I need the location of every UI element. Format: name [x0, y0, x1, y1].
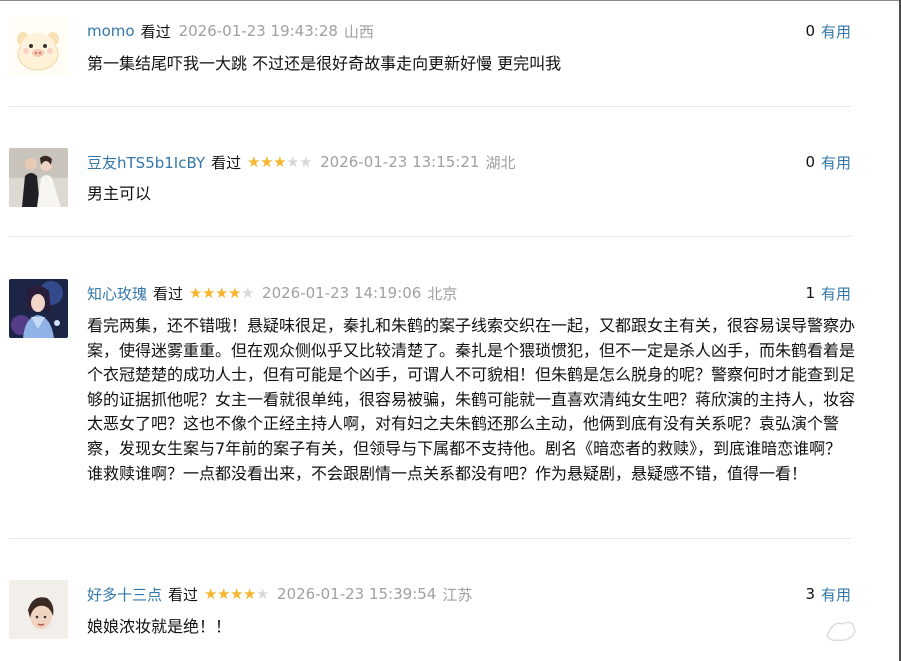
useful-button[interactable]: 有用 [821, 584, 851, 605]
star-icon: ★ [230, 584, 244, 603]
comment-divider [9, 106, 851, 107]
star-icon: ★ [256, 584, 270, 603]
useful-vote[interactable]: 0 有用 [805, 150, 851, 174]
star-icon: ★ [204, 584, 218, 603]
portrait-avatar[interactable] [9, 580, 68, 639]
username-link[interactable]: 好多十三点 [87, 584, 162, 605]
useful-vote[interactable]: 3 有用 [805, 582, 851, 606]
useful-vote[interactable]: 1 有用 [805, 281, 851, 305]
comment-location: 湖北 [485, 153, 516, 172]
rating-stars: ★ ★ ★ ★ ★ [204, 584, 270, 603]
star-icon: ★ [215, 283, 229, 302]
star-icon: ★ [273, 152, 287, 171]
star-icon: ★ [299, 152, 313, 171]
comment-text: 娘娘浓妆就是绝！！ [87, 617, 232, 636]
useful-count: 0 [805, 22, 815, 40]
star-icon: ★ [260, 152, 274, 171]
comment-time: 2026-01-23 14:19:06 [262, 284, 422, 302]
comment-divider [9, 236, 851, 237]
comment-meta: 豆友hTS5b1IcBY 看过 ★ ★ ★ ★ ★ 2026-01-23 13:15:2… [87, 150, 515, 174]
cartoon-pig-avatar[interactable] [9, 17, 68, 76]
comment-meta: 知心玫瑰 看过 ★ ★ ★ ★ ★ 2026-01-23 14:19:06 北京 [87, 281, 457, 305]
useful-count: 1 [805, 284, 815, 302]
comment-time: 2026-01-23 19:43:28 [178, 22, 338, 40]
star-icon: ★ [202, 283, 216, 302]
top-border [0, 0, 901, 1]
star-icon: ★ [189, 283, 203, 302]
username-link[interactable]: 知心玫瑰 [87, 283, 147, 304]
rating-stars: ★ ★ ★ ★ ★ [189, 283, 255, 302]
comment-time: 2026-01-23 13:15:21 [320, 153, 480, 171]
watch-status: 看过 [211, 153, 242, 172]
comment-location: 北京 [427, 284, 458, 303]
useful-button[interactable]: 有用 [821, 283, 851, 304]
star-icon: ★ [243, 584, 257, 603]
username-link[interactable]: momo [87, 22, 135, 40]
useful-vote[interactable]: 0 有用 [805, 19, 851, 43]
username-link[interactable]: 豆友hTS5b1IcBY [87, 152, 205, 173]
watermark-icon [821, 614, 861, 646]
useful-count: 3 [805, 585, 815, 603]
fantasy-character-avatar[interactable] [9, 279, 68, 338]
watch-status: 看过 [140, 22, 171, 41]
watch-status: 看过 [153, 284, 184, 303]
comment-meta: 好多十三点 看过 ★ ★ ★ ★ ★ 2026-01-23 15:39:54 江苏 [87, 582, 472, 606]
wedding-photo-avatar[interactable] [9, 148, 68, 207]
star-icon: ★ [228, 283, 242, 302]
comment-text: 男主可以 [87, 184, 152, 203]
star-icon: ★ [286, 152, 300, 171]
comment-location: 江苏 [442, 585, 473, 604]
useful-count: 0 [805, 153, 815, 171]
comment-time: 2026-01-23 15:39:54 [277, 585, 437, 603]
useful-button[interactable]: 有用 [821, 152, 851, 173]
comment-text: 看完两集，还不错哦！悬疑味很足，秦扎和朱鹤的案子线索交织在一起，又都跟女主有关，… [87, 316, 856, 483]
comment-text: 第一集结尾吓我一大跳 不过还是很好奇故事走向更新好慢 更完叫我 [87, 54, 562, 73]
star-icon: ★ [241, 283, 255, 302]
star-icon: ★ [247, 152, 261, 171]
comment-meta: momo 看过 2026-01-23 19:43:28 山西 [87, 19, 374, 43]
comment-divider [9, 538, 851, 539]
rating-stars: ★ ★ ★ ★ ★ [247, 152, 313, 171]
comment-location: 山西 [343, 22, 374, 41]
useful-button[interactable]: 有用 [821, 21, 851, 42]
watch-status: 看过 [168, 585, 199, 604]
star-icon: ★ [217, 584, 231, 603]
